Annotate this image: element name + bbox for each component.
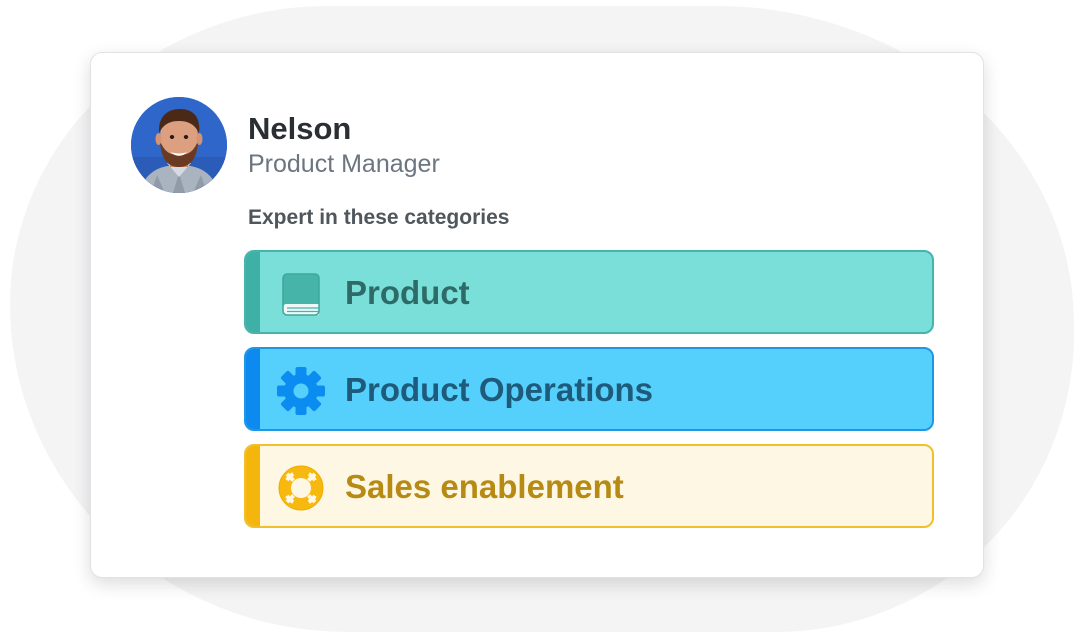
category-label: Product bbox=[345, 274, 470, 311]
avatar[interactable] bbox=[131, 97, 227, 193]
expert-profile-card: Nelson Product Manager Expert in these c… bbox=[90, 52, 984, 578]
category-accent-bar bbox=[246, 446, 260, 526]
lifebuoy-icon bbox=[278, 465, 324, 511]
category-accent-bar bbox=[246, 349, 260, 429]
page: Nelson Product Manager Expert in these c… bbox=[0, 0, 1080, 636]
avatar-photo bbox=[131, 97, 227, 193]
category-accent-bar bbox=[246, 252, 260, 332]
expertise-heading: Expert in these categories bbox=[248, 206, 510, 229]
book-icon bbox=[282, 273, 320, 316]
category-label: Product Operations bbox=[345, 371, 654, 408]
category-product[interactable]: Product bbox=[244, 250, 934, 334]
gear-icon bbox=[277, 367, 325, 415]
category-sales-enablement[interactable]: Sales enablement bbox=[244, 444, 934, 528]
profile-role: Product Manager bbox=[248, 150, 440, 178]
category-product-operations[interactable]: Product Operations bbox=[244, 347, 934, 431]
category-label: Sales enablement bbox=[345, 468, 624, 505]
profile-name: Nelson bbox=[248, 111, 352, 146]
